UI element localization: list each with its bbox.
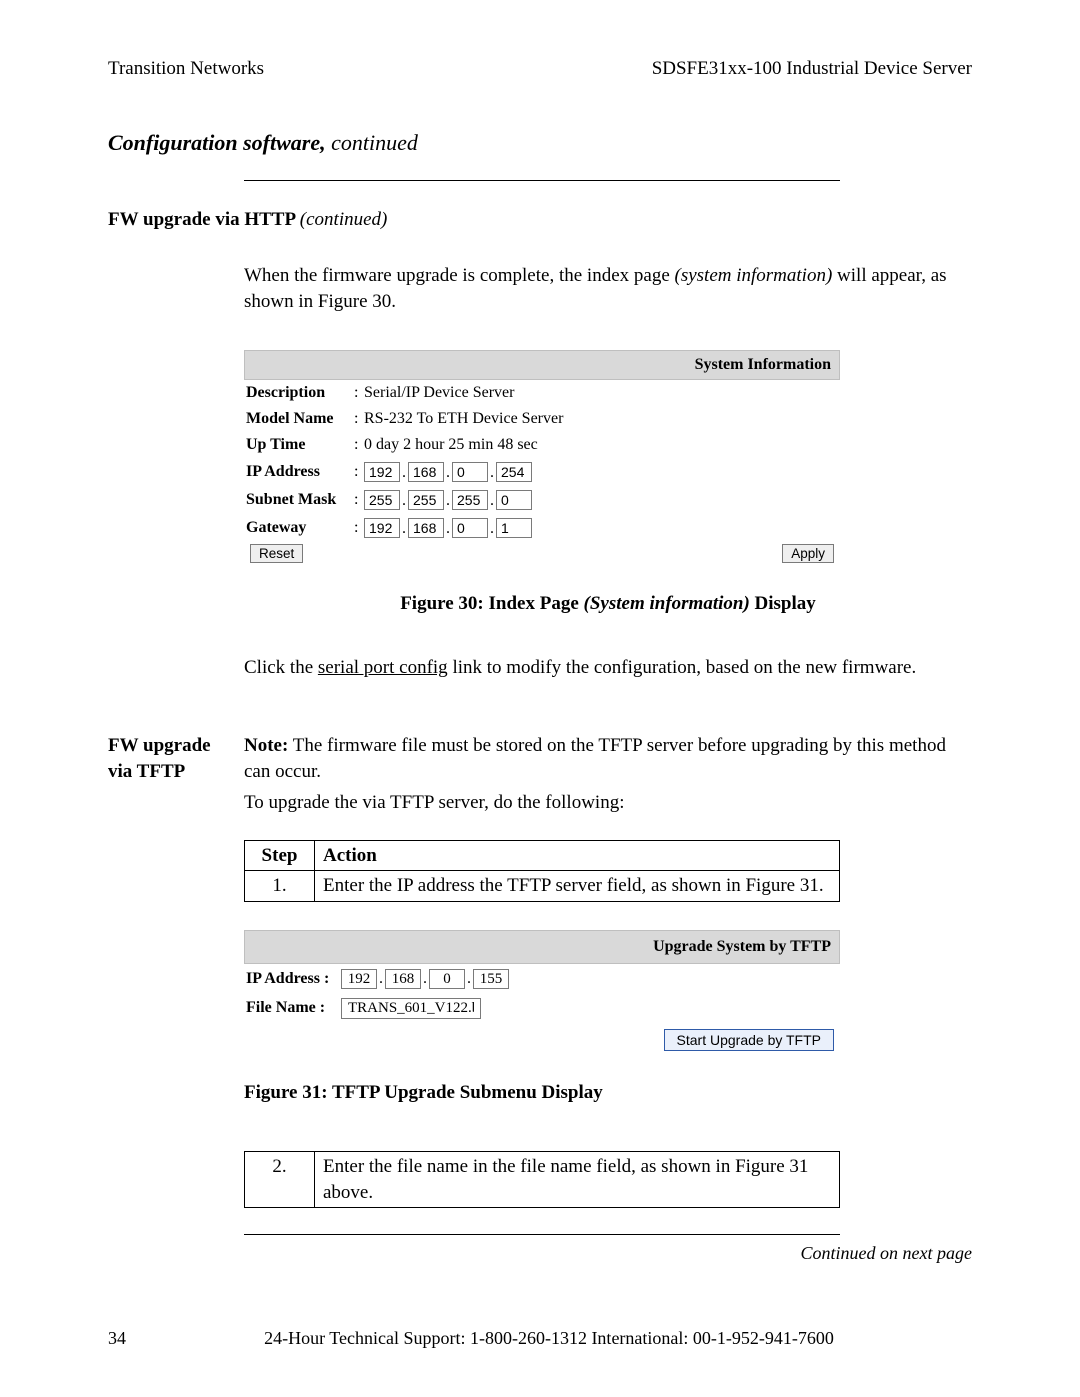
ip-octet-3[interactable] — [452, 462, 488, 482]
tftp-to-upgrade: To upgrade the via TFTP server, do the f… — [244, 790, 972, 816]
sysinfo-row-uptime: Up Time : 0 day 2 hour 25 min 48 sec — [244, 432, 840, 458]
fig30-post: Display — [750, 593, 816, 614]
tftp-title: Upgrade System by TFTP — [244, 930, 840, 964]
header-right: SDSFE31xx-100 Industrial Device Server — [652, 58, 972, 80]
sysinfo-label-description: Description — [246, 384, 354, 402]
divider-top — [244, 180, 840, 181]
sysinfo-value-description: Serial/IP Device Server — [364, 384, 514, 402]
tftp-ip-label: IP Address : — [246, 968, 341, 990]
header-left: Transition Networks — [108, 58, 264, 80]
sysinfo-title: System Information — [244, 350, 840, 380]
tftp-row-file: File Name : — [244, 993, 840, 1023]
fw-http-heading: FW upgrade via HTTP (continued) — [108, 209, 972, 231]
section-title-italic: continued — [326, 130, 418, 155]
tftp-note-body: The firmware file must be stored on the … — [244, 735, 946, 782]
tftp-figure: Upgrade System by TFTP IP Address : ... … — [244, 930, 840, 1051]
fw-http-heading-bold: FW upgrade via HTTP — [108, 209, 300, 230]
action-header: Action — [315, 840, 840, 871]
tftp-note-label: Note: — [244, 735, 288, 756]
mask-octet-2[interactable] — [408, 490, 444, 510]
mask-octet-4[interactable] — [496, 490, 532, 510]
step-2-action: Enter the file name in the file name fie… — [315, 1152, 840, 1208]
gw-octet-1[interactable] — [364, 518, 400, 538]
sysinfo-value-uptime: 0 day 2 hour 25 min 48 sec — [364, 436, 538, 454]
tftp-ip-octet-3[interactable] — [429, 969, 465, 989]
tftp-ip-octet-2[interactable] — [385, 969, 421, 989]
sysinfo-row-model: Model Name : RS-232 To ETH Device Server — [244, 406, 840, 432]
tftp-heading: FW upgrade via TFTP — [108, 733, 244, 1209]
gw-octet-4[interactable] — [496, 518, 532, 538]
intro-paragraph: When the firmware upgrade is complete, t… — [244, 263, 972, 314]
sysinfo-figure: System Information Description : Serial/… — [244, 350, 840, 565]
tftp-row-ip: IP Address : ... — [244, 964, 840, 994]
mask-octet-3[interactable] — [452, 490, 488, 510]
sysinfo-label-mask: Subnet Mask — [246, 491, 354, 509]
sysinfo-label-uptime: Up Time — [246, 436, 354, 454]
step-2-number: 2. — [245, 1152, 315, 1208]
table-row: 2. Enter the file name in the file name … — [245, 1152, 840, 1208]
apply-button[interactable]: Apply — [782, 544, 834, 563]
tftp-file-input[interactable] — [341, 998, 481, 1019]
sysinfo-row-mask: Subnet Mask : ... — [244, 486, 840, 514]
table-row: 1. Enter the IP address the TFTP server … — [245, 871, 840, 902]
continued-label: Continued on next page — [108, 1243, 972, 1264]
fw-http-heading-italic: (continued) — [300, 209, 388, 230]
page-number: 34 — [108, 1328, 126, 1349]
serial-port-config-link[interactable]: serial port config — [318, 657, 448, 678]
ip-octet-1[interactable] — [364, 462, 400, 482]
intro-italic: (system information) — [675, 265, 833, 286]
step-1-number: 1. — [245, 871, 315, 902]
sysinfo-label-gateway: Gateway — [246, 519, 354, 537]
sysinfo-row-ip: IP Address : ... — [244, 458, 840, 486]
step-table-1: Step Action 1. Enter the IP address the … — [244, 840, 840, 902]
tftp-note: Note: The firmware file must be stored o… — [244, 733, 972, 784]
section-title-bold: Configuration software, — [108, 130, 326, 155]
fig30-pre: Figure 30: Index Page — [400, 593, 583, 614]
gw-octet-2[interactable] — [408, 518, 444, 538]
section-title: Configuration software, continued — [108, 130, 972, 156]
tftp-file-label: File Name : — [246, 997, 341, 1019]
sysinfo-row-description: Description : Serial/IP Device Server — [244, 380, 840, 406]
mask-octet-1[interactable] — [364, 490, 400, 510]
click-link-paragraph: Click the serial port config link to mod… — [244, 655, 972, 681]
step-1-action: Enter the IP address the TFTP server fie… — [315, 871, 840, 902]
tftp-ip-octet-1[interactable] — [341, 969, 377, 989]
reset-button[interactable]: Reset — [250, 544, 303, 563]
sysinfo-value-model: RS-232 To ETH Device Server — [364, 410, 563, 428]
click-t2: link to modify the configuration, based … — [448, 657, 917, 678]
ip-octet-4[interactable] — [496, 462, 532, 482]
ip-octet-2[interactable] — [408, 462, 444, 482]
footer-support: 24-Hour Technical Support: 1-800-260-131… — [126, 1328, 972, 1349]
tftp-ip-octet-4[interactable] — [473, 969, 509, 989]
sysinfo-label-model: Model Name — [246, 410, 354, 428]
sysinfo-row-gateway: Gateway : ... — [244, 514, 840, 542]
sysinfo-label-ip: IP Address — [246, 463, 354, 481]
start-upgrade-button[interactable]: Start Upgrade by TFTP — [664, 1029, 834, 1051]
click-t1: Click the — [244, 657, 318, 678]
step-header: Step — [245, 840, 315, 871]
fig30-italic: (System information) — [584, 593, 750, 614]
step-table-2: 2. Enter the file name in the file name … — [244, 1151, 840, 1208]
figure-30-caption: Figure 30: Index Page (System informatio… — [244, 593, 972, 615]
tftp-heading-line1: FW upgrade — [108, 733, 244, 759]
divider-end — [244, 1234, 840, 1235]
gw-octet-3[interactable] — [452, 518, 488, 538]
intro-t1: When the firmware upgrade is complete, t… — [244, 265, 675, 286]
figure-31-caption: Figure 31: TFTP Upgrade Submenu Display — [244, 1080, 972, 1106]
tftp-heading-line2: via TFTP — [108, 759, 244, 785]
